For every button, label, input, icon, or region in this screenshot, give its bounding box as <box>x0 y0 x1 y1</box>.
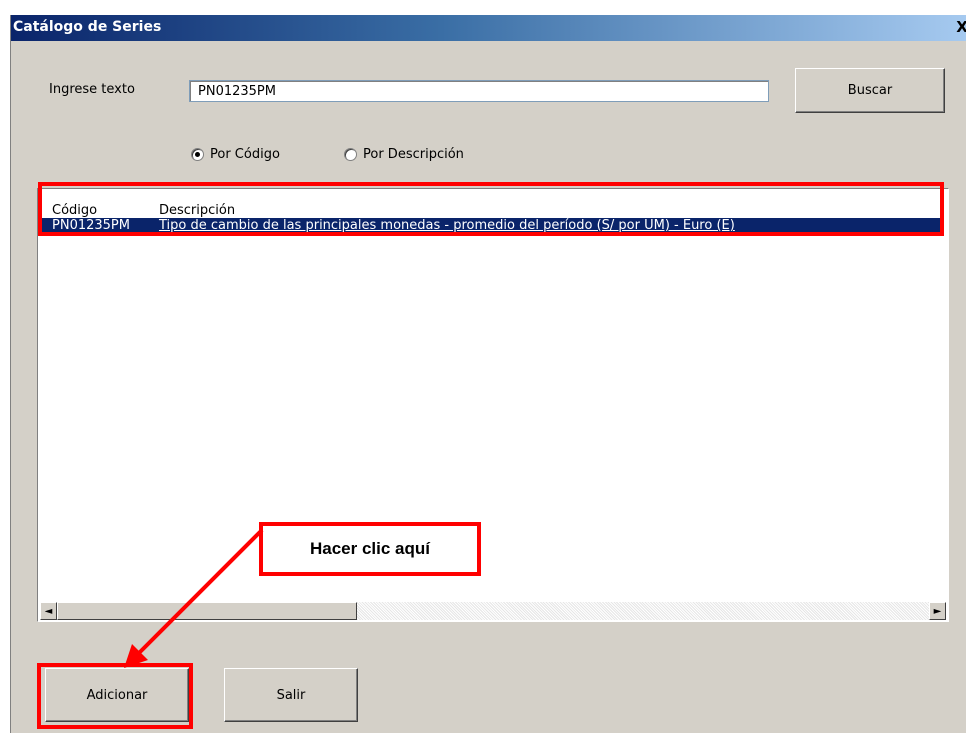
radio-selected-icon <box>191 148 204 161</box>
scroll-right-icon[interactable]: ► <box>929 602 946 620</box>
title-bar: Catálogo de Series X <box>11 15 966 41</box>
radio-por-descripcion[interactable]: Por Descripción <box>344 147 464 162</box>
close-button[interactable]: X <box>953 18 966 36</box>
list-highlight-box <box>38 182 944 236</box>
scroll-left-icon[interactable]: ◄ <box>40 602 57 620</box>
callout-box: Hacer clic aquí <box>259 522 481 576</box>
horizontal-scrollbar[interactable]: ◄ ► <box>40 602 946 620</box>
search-button[interactable]: Buscar <box>795 68 945 113</box>
radio-por-codigo[interactable]: Por Código <box>191 147 280 162</box>
radio-label-codigo: Por Código <box>210 147 280 162</box>
add-button-highlight-box <box>37 663 193 729</box>
radio-label-descripcion: Por Descripción <box>363 147 464 162</box>
series-listbox[interactable]: Código Descripción PN01235PM Tipo de cam… <box>37 188 949 622</box>
search-label: Ingrese texto <box>49 82 135 97</box>
window-title: Catálogo de Series <box>13 19 162 35</box>
radio-unselected-icon <box>344 148 357 161</box>
catalog-dialog: Catálogo de Series X Ingrese texto PN012… <box>10 15 966 733</box>
search-input[interactable]: PN01235PM <box>189 80 769 102</box>
exit-button[interactable]: Salir <box>224 668 358 722</box>
scroll-thumb[interactable] <box>57 602 357 620</box>
